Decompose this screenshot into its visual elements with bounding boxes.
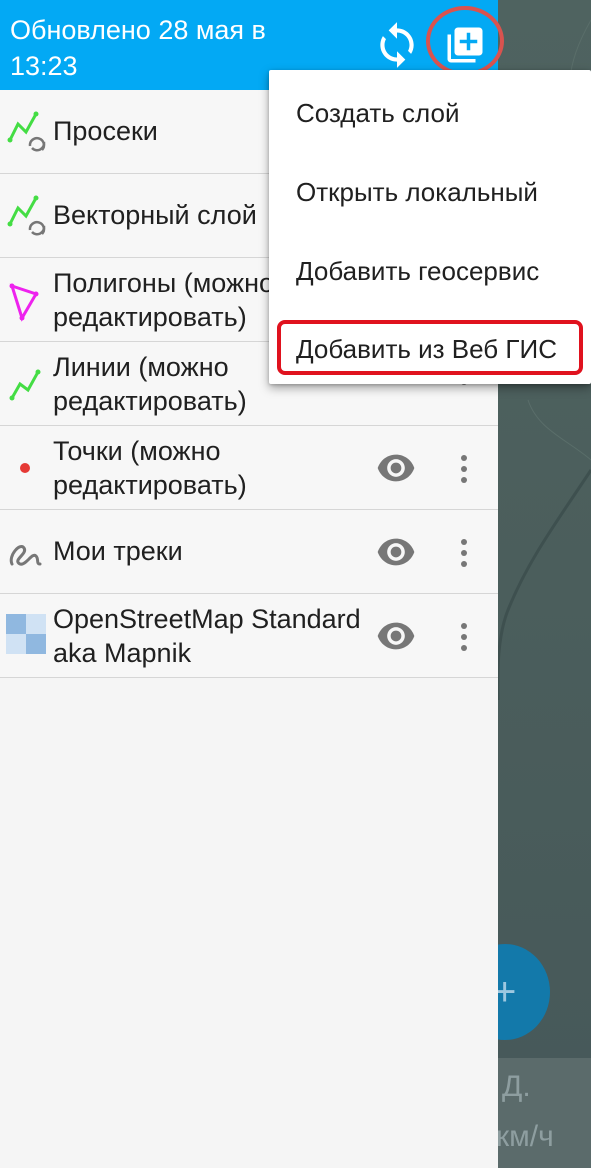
more-menu-icon[interactable] [458,538,470,568]
map-info-speed: км/ч [496,1120,554,1153]
layer-row[interactable]: Точки (можно редактировать) [0,426,498,510]
visibility-eye-icon[interactable] [376,622,416,650]
tile-icon [6,614,50,658]
layer-row[interactable]: Мои треки [0,510,498,594]
visibility-eye-icon[interactable] [376,454,416,482]
layer-label: Точки (можно редактировать) [53,436,247,500]
sync-icon[interactable] [372,20,422,70]
menu-item-create-layer[interactable]: Создать слой [296,98,459,129]
more-menu-icon[interactable] [458,454,470,484]
line-sync-icon [6,194,50,238]
line-sync-icon [6,110,50,154]
track-icon [6,530,50,574]
layer-label: OpenStreetMap Standard aka Mapnik [53,604,361,668]
polygon-icon [6,280,50,324]
map-info-distance: Д. [502,1070,531,1103]
menu-item-add-geoservice[interactable]: Добавить геосервис [296,256,539,287]
menu-item-open-local[interactable]: Открыть локальный [296,177,538,208]
add-layer-highlight-circle [426,6,504,76]
visibility-eye-icon[interactable] [376,538,416,566]
polyline-icon [6,364,50,408]
point-icon [6,448,50,492]
layer-row[interactable]: OpenStreetMap Standard aka Mapnik [0,594,498,678]
layer-label: Мои треки [53,536,183,566]
web-gis-highlight-box [277,320,583,375]
more-menu-icon[interactable] [458,622,470,652]
